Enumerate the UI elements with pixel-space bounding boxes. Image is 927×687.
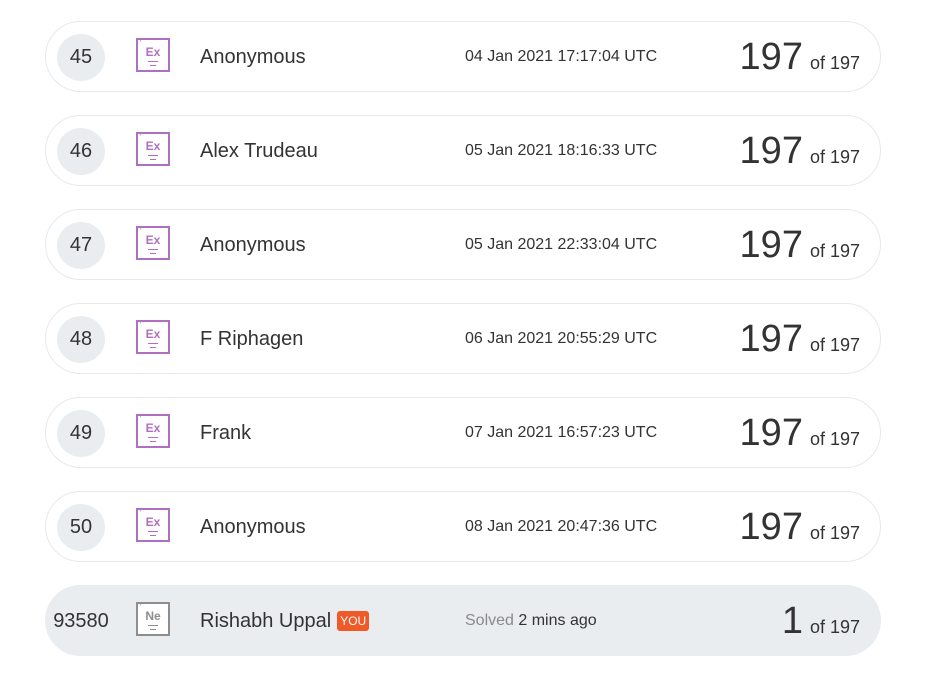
player-name[interactable]: Anonymous <box>200 516 306 539</box>
score-total: of 197 <box>809 523 860 543</box>
score-value: 197 <box>739 412 803 454</box>
rank-circle: 48 <box>57 316 105 363</box>
you-badge: YOU <box>337 610 370 631</box>
player-name[interactable]: Anonymous <box>200 46 306 69</box>
player-name[interactable]: Rishabh Uppal <box>200 610 331 633</box>
leaderboard-row: 46 ' Ex Alex Trudeau 05 Jan 2021 18:16:3… <box>45 115 881 186</box>
score: 197 of 197 <box>740 223 860 267</box>
score-value: 197 <box>739 506 803 548</box>
element-badge-icon: ' Ex <box>136 414 170 448</box>
badge-symbol: Ex <box>145 327 161 341</box>
score-total: of 197 <box>809 429 860 449</box>
user-rank: 93580 <box>53 610 109 632</box>
score-value: 197 <box>739 130 803 172</box>
element-badge-icon: ' Ex <box>136 320 170 354</box>
leaderboard-row: 47 ' Ex Anonymous 05 Jan 2021 22:33:04 U… <box>45 209 881 280</box>
score-total: of 197 <box>809 335 860 355</box>
score-value: 1 <box>781 600 803 642</box>
score: 197 of 197 <box>740 411 860 455</box>
rank-circle: 49 <box>57 410 105 457</box>
current-user-row: 93580 ' Ne Rishabh Uppal YOU Solved 2 mi… <box>45 585 881 656</box>
score-total: of 197 <box>809 241 860 261</box>
leaderboard-row: 48 ' Ex F Riphagen 06 Jan 2021 20:55:29 … <box>45 303 881 374</box>
score: 1 of 197 <box>782 599 860 643</box>
solved-timestamp: 05 Jan 2021 22:33:04 UTC <box>465 236 658 253</box>
leaderboard: 45 ' Ex Anonymous 04 Jan 2021 17:17:04 U… <box>0 0 927 687</box>
badge-symbol: Ne <box>145 609 161 623</box>
element-badge-icon: ' Ex <box>136 38 170 72</box>
leaderboard-row: 45 ' Ex Anonymous 04 Jan 2021 17:17:04 U… <box>45 21 881 92</box>
solved-status: Solved 2 mins ago <box>465 612 597 630</box>
badge-symbol: Ex <box>145 139 161 153</box>
element-badge-icon: ' Ex <box>136 132 170 166</box>
badge-symbol: Ex <box>145 233 161 247</box>
score: 197 of 197 <box>740 317 860 361</box>
player-name[interactable]: Alex Trudeau <box>200 140 318 163</box>
score-value: 197 <box>739 318 803 360</box>
solved-time: 2 mins ago <box>518 612 597 629</box>
score: 197 of 197 <box>740 129 860 173</box>
solved-timestamp: 04 Jan 2021 17:17:04 UTC <box>465 48 658 65</box>
player-name[interactable]: Frank <box>200 422 251 445</box>
solved-timestamp: 07 Jan 2021 16:57:23 UTC <box>465 424 658 441</box>
element-badge-icon: ' Ne <box>136 602 170 636</box>
element-badge-icon: ' Ex <box>136 508 170 542</box>
rank-circle: 47 <box>57 222 105 269</box>
solved-timestamp: 05 Jan 2021 18:16:33 UTC <box>465 142 658 159</box>
score: 197 of 197 <box>740 35 860 79</box>
score-value: 197 <box>739 36 803 78</box>
badge-symbol: Ex <box>145 421 161 435</box>
score-total: of 197 <box>809 53 860 73</box>
badge-symbol: Ex <box>145 45 161 59</box>
score-value: 197 <box>739 224 803 266</box>
player-name[interactable]: F Riphagen <box>200 328 303 351</box>
score-total: of 197 <box>809 617 860 637</box>
element-badge-icon: ' Ex <box>136 226 170 260</box>
solved-timestamp: 08 Jan 2021 20:47:36 UTC <box>465 518 658 535</box>
leaderboard-row: 49 ' Ex Frank 07 Jan 2021 16:57:23 UTC 1… <box>45 397 881 468</box>
rank-circle: 50 <box>57 504 105 551</box>
rank-circle: 46 <box>57 128 105 175</box>
rank-circle: 45 <box>57 34 105 81</box>
solved-label: Solved <box>465 612 514 629</box>
player-name[interactable]: Anonymous <box>200 234 306 257</box>
solved-timestamp: 06 Jan 2021 20:55:29 UTC <box>465 330 658 347</box>
badge-symbol: Ex <box>145 515 161 529</box>
leaderboard-row: 50 ' Ex Anonymous 08 Jan 2021 20:47:36 U… <box>45 491 881 562</box>
score: 197 of 197 <box>740 505 860 549</box>
score-total: of 197 <box>809 147 860 167</box>
user-name-wrap: Rishabh Uppal YOU <box>200 610 370 633</box>
